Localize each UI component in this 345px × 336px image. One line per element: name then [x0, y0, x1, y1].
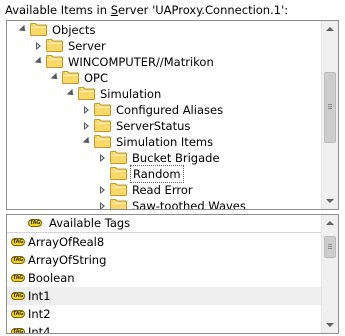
tree-item-label: Simulation — [100, 87, 162, 101]
expand-arrow-icon[interactable] — [99, 154, 106, 162]
tree-item[interactable]: Server — [7, 38, 321, 54]
tag-list-item[interactable]: TAG Int4 — [7, 323, 321, 334]
tag-list-item[interactable]: TAG Int2 — [7, 305, 321, 323]
tree-scroll-up-button[interactable] — [322, 21, 338, 38]
expand-arrow-icon[interactable] — [83, 106, 90, 114]
tags-scroll-up-button[interactable] — [322, 215, 338, 232]
tree-item-label: Saw-toothed Waves — [132, 199, 246, 210]
tree-item-label: Simulation Items — [116, 135, 214, 149]
collapse-arrow-icon[interactable] — [83, 138, 90, 145]
tree-vertical-scrollbar[interactable] — [321, 21, 338, 209]
tree-scroll-thumb[interactable] — [324, 72, 336, 143]
grip-line-icon — [328, 108, 332, 109]
folder-icon — [110, 167, 127, 180]
tag-label: ArrayOfString — [28, 253, 107, 267]
folder-icon — [30, 23, 47, 36]
tag-label: Boolean — [28, 271, 75, 285]
tags-scroll-thumb[interactable] — [324, 236, 336, 258]
tree-item-label: Objects — [52, 23, 96, 37]
folder-icon — [78, 87, 95, 100]
caption-prefix: Available Items in — [5, 3, 111, 17]
caption-suffix: erver 'UAProxy.Connection.1': — [118, 3, 289, 17]
tags-header[interactable]: TAG Available Tags — [7, 215, 321, 233]
folder-icon — [110, 183, 127, 196]
scroll-down-arrow-icon — [326, 323, 334, 327]
folder-icon — [94, 103, 111, 116]
tree-item-label: Random — [130, 165, 184, 183]
tree-scroll-down-button[interactable] — [322, 192, 338, 209]
collapse-arrow-icon[interactable] — [51, 74, 58, 81]
tree-item-label: WINCOMPUTER//Matrikon — [68, 55, 214, 69]
tree-item-label: Bucket Brigade — [132, 151, 220, 165]
scroll-down-arrow-icon — [326, 199, 334, 203]
tree-item[interactable]: Simulation Items — [7, 134, 321, 150]
tree-item[interactable]: Configured Aliases — [7, 102, 321, 118]
tags-header-label: Available Tags — [49, 216, 131, 230]
tree-item-label: Server — [68, 39, 106, 53]
tag-icon: TAG — [11, 310, 25, 318]
grip-line-icon — [328, 104, 332, 105]
expand-arrow-icon[interactable] — [35, 42, 42, 50]
tree-item-label: Read Error — [132, 183, 193, 197]
tag-label: ArrayOfReal8 — [28, 235, 105, 249]
tag-label: Int1 — [28, 289, 51, 303]
tag-icon: TAG — [11, 238, 25, 246]
tree-item[interactable]: Simulation — [7, 86, 321, 102]
folder-icon — [110, 199, 127, 209]
expand-arrow-icon[interactable] — [99, 202, 106, 209]
collapse-arrow-icon[interactable] — [67, 90, 74, 97]
tree-item-label: OPC — [84, 71, 109, 85]
expand-arrow-icon[interactable] — [83, 122, 90, 130]
tree-item[interactable]: Saw-toothed Waves — [7, 198, 321, 210]
grip-line-icon — [328, 248, 332, 249]
tag-icon: TAG — [11, 256, 25, 264]
folder-icon — [46, 55, 63, 68]
tag-icon: TAG — [11, 292, 25, 300]
tag-label: Int4 — [28, 325, 51, 334]
grip-line-icon — [328, 244, 332, 245]
items-tree[interactable]: Objects Server WINCOMPUTER//Matrikon OPC Sim… — [7, 21, 321, 209]
tag-list-item[interactable]: TAG Int1 — [7, 287, 321, 305]
expand-arrow-icon[interactable] — [99, 186, 106, 194]
scroll-up-arrow-icon — [326, 27, 334, 31]
tree-item[interactable]: ServerStatus — [7, 118, 321, 134]
folder-icon — [110, 151, 127, 164]
tree-item[interactable]: OPC — [7, 70, 321, 86]
collapse-arrow-icon[interactable] — [35, 58, 42, 65]
scroll-up-arrow-icon — [326, 221, 334, 225]
tags-vertical-scrollbar[interactable] — [321, 215, 338, 333]
caption-accelerator: S — [110, 3, 118, 17]
tags-panel: TAG Available Tags TAG ArrayOfReal8 TAG Arr… — [6, 214, 339, 334]
tag-icon: TAG — [11, 274, 25, 282]
items-tree-panel: Objects Server WINCOMPUTER//Matrikon OPC Sim… — [6, 20, 339, 210]
tree-item[interactable]: WINCOMPUTER//Matrikon — [7, 54, 321, 70]
tree-item[interactable]: Objects — [7, 22, 321, 38]
tag-list-item[interactable]: TAG Boolean — [7, 269, 321, 287]
grip-line-icon — [328, 246, 332, 247]
tag-icon: TAG — [28, 219, 42, 227]
grip-line-icon — [328, 106, 332, 107]
tags-list[interactable]: TAG Available Tags TAG ArrayOfReal8 TAG Arr… — [7, 215, 321, 333]
collapse-arrow-icon[interactable] — [19, 26, 26, 33]
tree-item[interactable]: Bucket Brigade — [7, 150, 321, 166]
folder-icon — [46, 39, 63, 52]
tag-list-item[interactable]: TAG ArrayOfString — [7, 251, 321, 269]
tree-item[interactable]: Read Error — [7, 182, 321, 198]
tags-scroll-down-button[interactable] — [322, 316, 338, 333]
tag-label: Int2 — [28, 307, 51, 321]
folder-icon — [62, 71, 79, 84]
tag-icon: TAG — [11, 328, 25, 334]
tree-item-label: ServerStatus — [116, 119, 191, 133]
tag-list-item[interactable]: TAG ArrayOfReal8 — [7, 233, 321, 251]
available-items-caption: Available Items in Server 'UAProxy.Conne… — [5, 2, 288, 18]
tree-item-label: Configured Aliases — [116, 103, 224, 117]
tree-item[interactable]: Random — [7, 165, 321, 183]
folder-icon — [94, 135, 111, 148]
folder-icon — [94, 119, 111, 132]
